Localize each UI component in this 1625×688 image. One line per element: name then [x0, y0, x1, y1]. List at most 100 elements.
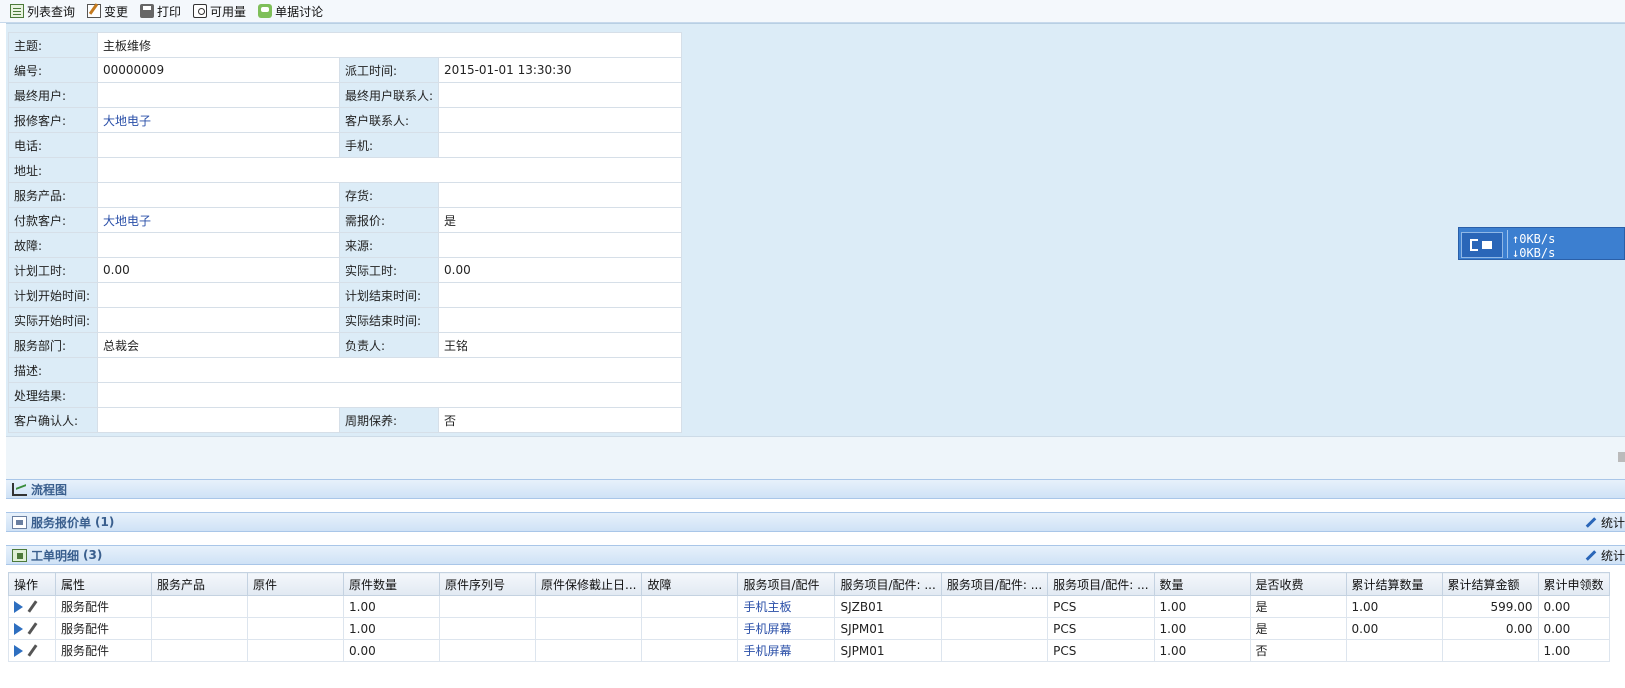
orig-cell	[247, 617, 344, 640]
discuss-icon	[258, 4, 273, 18]
col-header[interactable]: 故障	[641, 572, 739, 596]
col-header[interactable]: 服务项目/配件	[737, 572, 836, 596]
end-user-contact-field[interactable]	[438, 82, 683, 108]
code-label: 编号:	[8, 57, 98, 83]
end-user-field[interactable]	[97, 82, 340, 108]
col-header[interactable]: 原件数量	[343, 572, 440, 596]
orig-cell	[247, 595, 344, 618]
plan-start-field[interactable]	[97, 282, 340, 308]
mobile-field[interactable]	[438, 132, 683, 158]
col-header[interactable]: 服务项目/配件: ...	[940, 572, 1049, 596]
customer-confirm-field[interactable]	[97, 407, 340, 433]
source-label: 来源:	[338, 232, 440, 258]
attr-cell: 服务配件	[55, 595, 152, 618]
quote-stat-button[interactable]: 统计	[1585, 514, 1625, 531]
col-header[interactable]: 服务项目/配件: ...	[1047, 572, 1155, 596]
fault-field[interactable]	[97, 232, 340, 258]
available-label: 可用量	[210, 4, 247, 19]
col-header[interactable]: 原件	[247, 572, 344, 596]
mobile-label: 手机:	[338, 132, 440, 158]
open-icon[interactable]	[14, 644, 23, 657]
list-query-label: 列表查询	[27, 4, 76, 19]
unit-cell: PCS	[1047, 595, 1155, 618]
address-field[interactable]	[96, 157, 683, 183]
end-user-contact-label: 最终用户联系人:	[338, 82, 440, 108]
item-link[interactable]: 手机屏幕	[737, 639, 836, 662]
service-dept-field[interactable]: 总裁会	[97, 332, 340, 358]
plan-start-label: 计划开始时间:	[8, 282, 98, 308]
phone-field[interactable]	[97, 132, 340, 158]
fault-cell	[641, 617, 739, 640]
plan-hours-field[interactable]: 0.00	[97, 257, 340, 283]
change-button[interactable]: 变更	[87, 3, 128, 20]
code-field[interactable]: 00000009	[97, 57, 340, 83]
actual-hours-field[interactable]: 0.00	[438, 257, 683, 283]
row-actions	[8, 595, 56, 618]
actual-start-field[interactable]	[97, 307, 340, 333]
quote-icon	[12, 515, 27, 529]
collapse-icon[interactable]	[1618, 452, 1625, 462]
toolbar: 列表查询 变更 打印 可用量 单据讨论	[0, 0, 1625, 23]
settle-qty-cell	[1345, 639, 1443, 662]
list-query-button[interactable]: 列表查询	[10, 3, 75, 20]
col-header[interactable]: 原件序列号	[439, 572, 536, 596]
print-button[interactable]: 打印	[140, 3, 181, 20]
orig-sn-cell	[439, 595, 536, 618]
available-quantity-button[interactable]: 可用量	[193, 3, 246, 20]
edit-icon[interactable]	[26, 601, 38, 613]
col-header[interactable]: 服务产品	[151, 572, 248, 596]
warranty-cell	[534, 617, 643, 640]
col-header[interactable]: 是否收费	[1249, 572, 1347, 596]
table-row[interactable]: 服务配件 1.00 手机主板 SJZB01 PCS 1.00 是 1.00 59…	[8, 595, 1610, 618]
result-field[interactable]	[96, 382, 683, 408]
service-quote-panel-header[interactable]: 服务报价单 (1) 统计	[6, 512, 1625, 532]
pay-customer-link[interactable]: 大地电子	[97, 207, 340, 233]
edit-icon[interactable]	[26, 623, 38, 635]
table-row[interactable]: 服务配件 0.00 手机屏幕 SJPM01 PCS 1.00 否 1.00	[8, 639, 1610, 662]
result-label: 处理结果:	[8, 382, 98, 408]
repair-customer-link[interactable]: 大地电子	[97, 107, 340, 133]
actual-hours-label: 实际工时:	[338, 257, 440, 283]
apply-qty-cell: 0.00	[1537, 595, 1610, 618]
plan-hours-label: 计划工时:	[8, 257, 98, 283]
printer-icon	[140, 4, 155, 18]
col-header[interactable]: 累计结算金额	[1441, 572, 1539, 596]
inventory-field[interactable]	[438, 182, 683, 208]
unit-cell: PCS	[1047, 617, 1155, 640]
customer-contact-field[interactable]	[438, 107, 683, 133]
dispatch-time-field[interactable]: 2015-01-01 13:30:30	[438, 57, 683, 83]
detail-icon	[12, 548, 27, 562]
edit-icon[interactable]	[26, 645, 38, 657]
col-header[interactable]: 数量	[1153, 572, 1251, 596]
document-discuss-button[interactable]: 单据讨论	[258, 3, 323, 20]
spacer-area	[6, 436, 1625, 479]
col-header[interactable]: 属性	[55, 572, 152, 596]
grid-header-row: 操作 属性 服务产品 原件 原件数量 原件序列号 原件保修截止日... 故障 服…	[8, 572, 1610, 596]
subject-field[interactable]: 主板维修	[96, 32, 683, 58]
col-header[interactable]: 累计结算数量	[1345, 572, 1443, 596]
table-row[interactable]: 服务配件 1.00 手机屏幕 SJPM01 PCS 1.00 是 0.00 0.…	[8, 617, 1610, 640]
customer-confirm-label: 客户确认人:	[8, 407, 98, 433]
detail-stat-button[interactable]: 统计	[1585, 547, 1625, 564]
work-order-detail-panel-header[interactable]: 工单明细 (3) 统计	[6, 545, 1625, 565]
description-field[interactable]	[96, 357, 683, 383]
col-header[interactable]: 原件保修截止日...	[534, 572, 643, 596]
actual-end-field[interactable]	[438, 307, 683, 333]
col-header[interactable]: 操作	[8, 572, 56, 596]
row-actions	[8, 639, 56, 662]
service-product-field[interactable]	[97, 182, 340, 208]
source-field[interactable]	[438, 232, 683, 258]
open-icon[interactable]	[14, 622, 23, 635]
item-link[interactable]: 手机屏幕	[737, 617, 836, 640]
item-link[interactable]: 手机主板	[737, 595, 836, 618]
flow-chart-panel-header[interactable]: 流程图	[6, 479, 1625, 499]
open-icon[interactable]	[14, 600, 23, 613]
plan-end-field[interactable]	[438, 282, 683, 308]
need-quote-field[interactable]: 是	[438, 207, 683, 233]
col-header[interactable]: 累计申领数	[1537, 572, 1610, 596]
periodic-maintenance-field[interactable]: 否	[438, 407, 683, 433]
col-header[interactable]: 服务项目/配件: ...	[834, 572, 942, 596]
item-spec-cell	[940, 639, 1049, 662]
owner-field[interactable]: 王铭	[438, 332, 683, 358]
network-speed-widget[interactable]: ↑0KB/s ↓0KB/s	[1458, 227, 1625, 260]
